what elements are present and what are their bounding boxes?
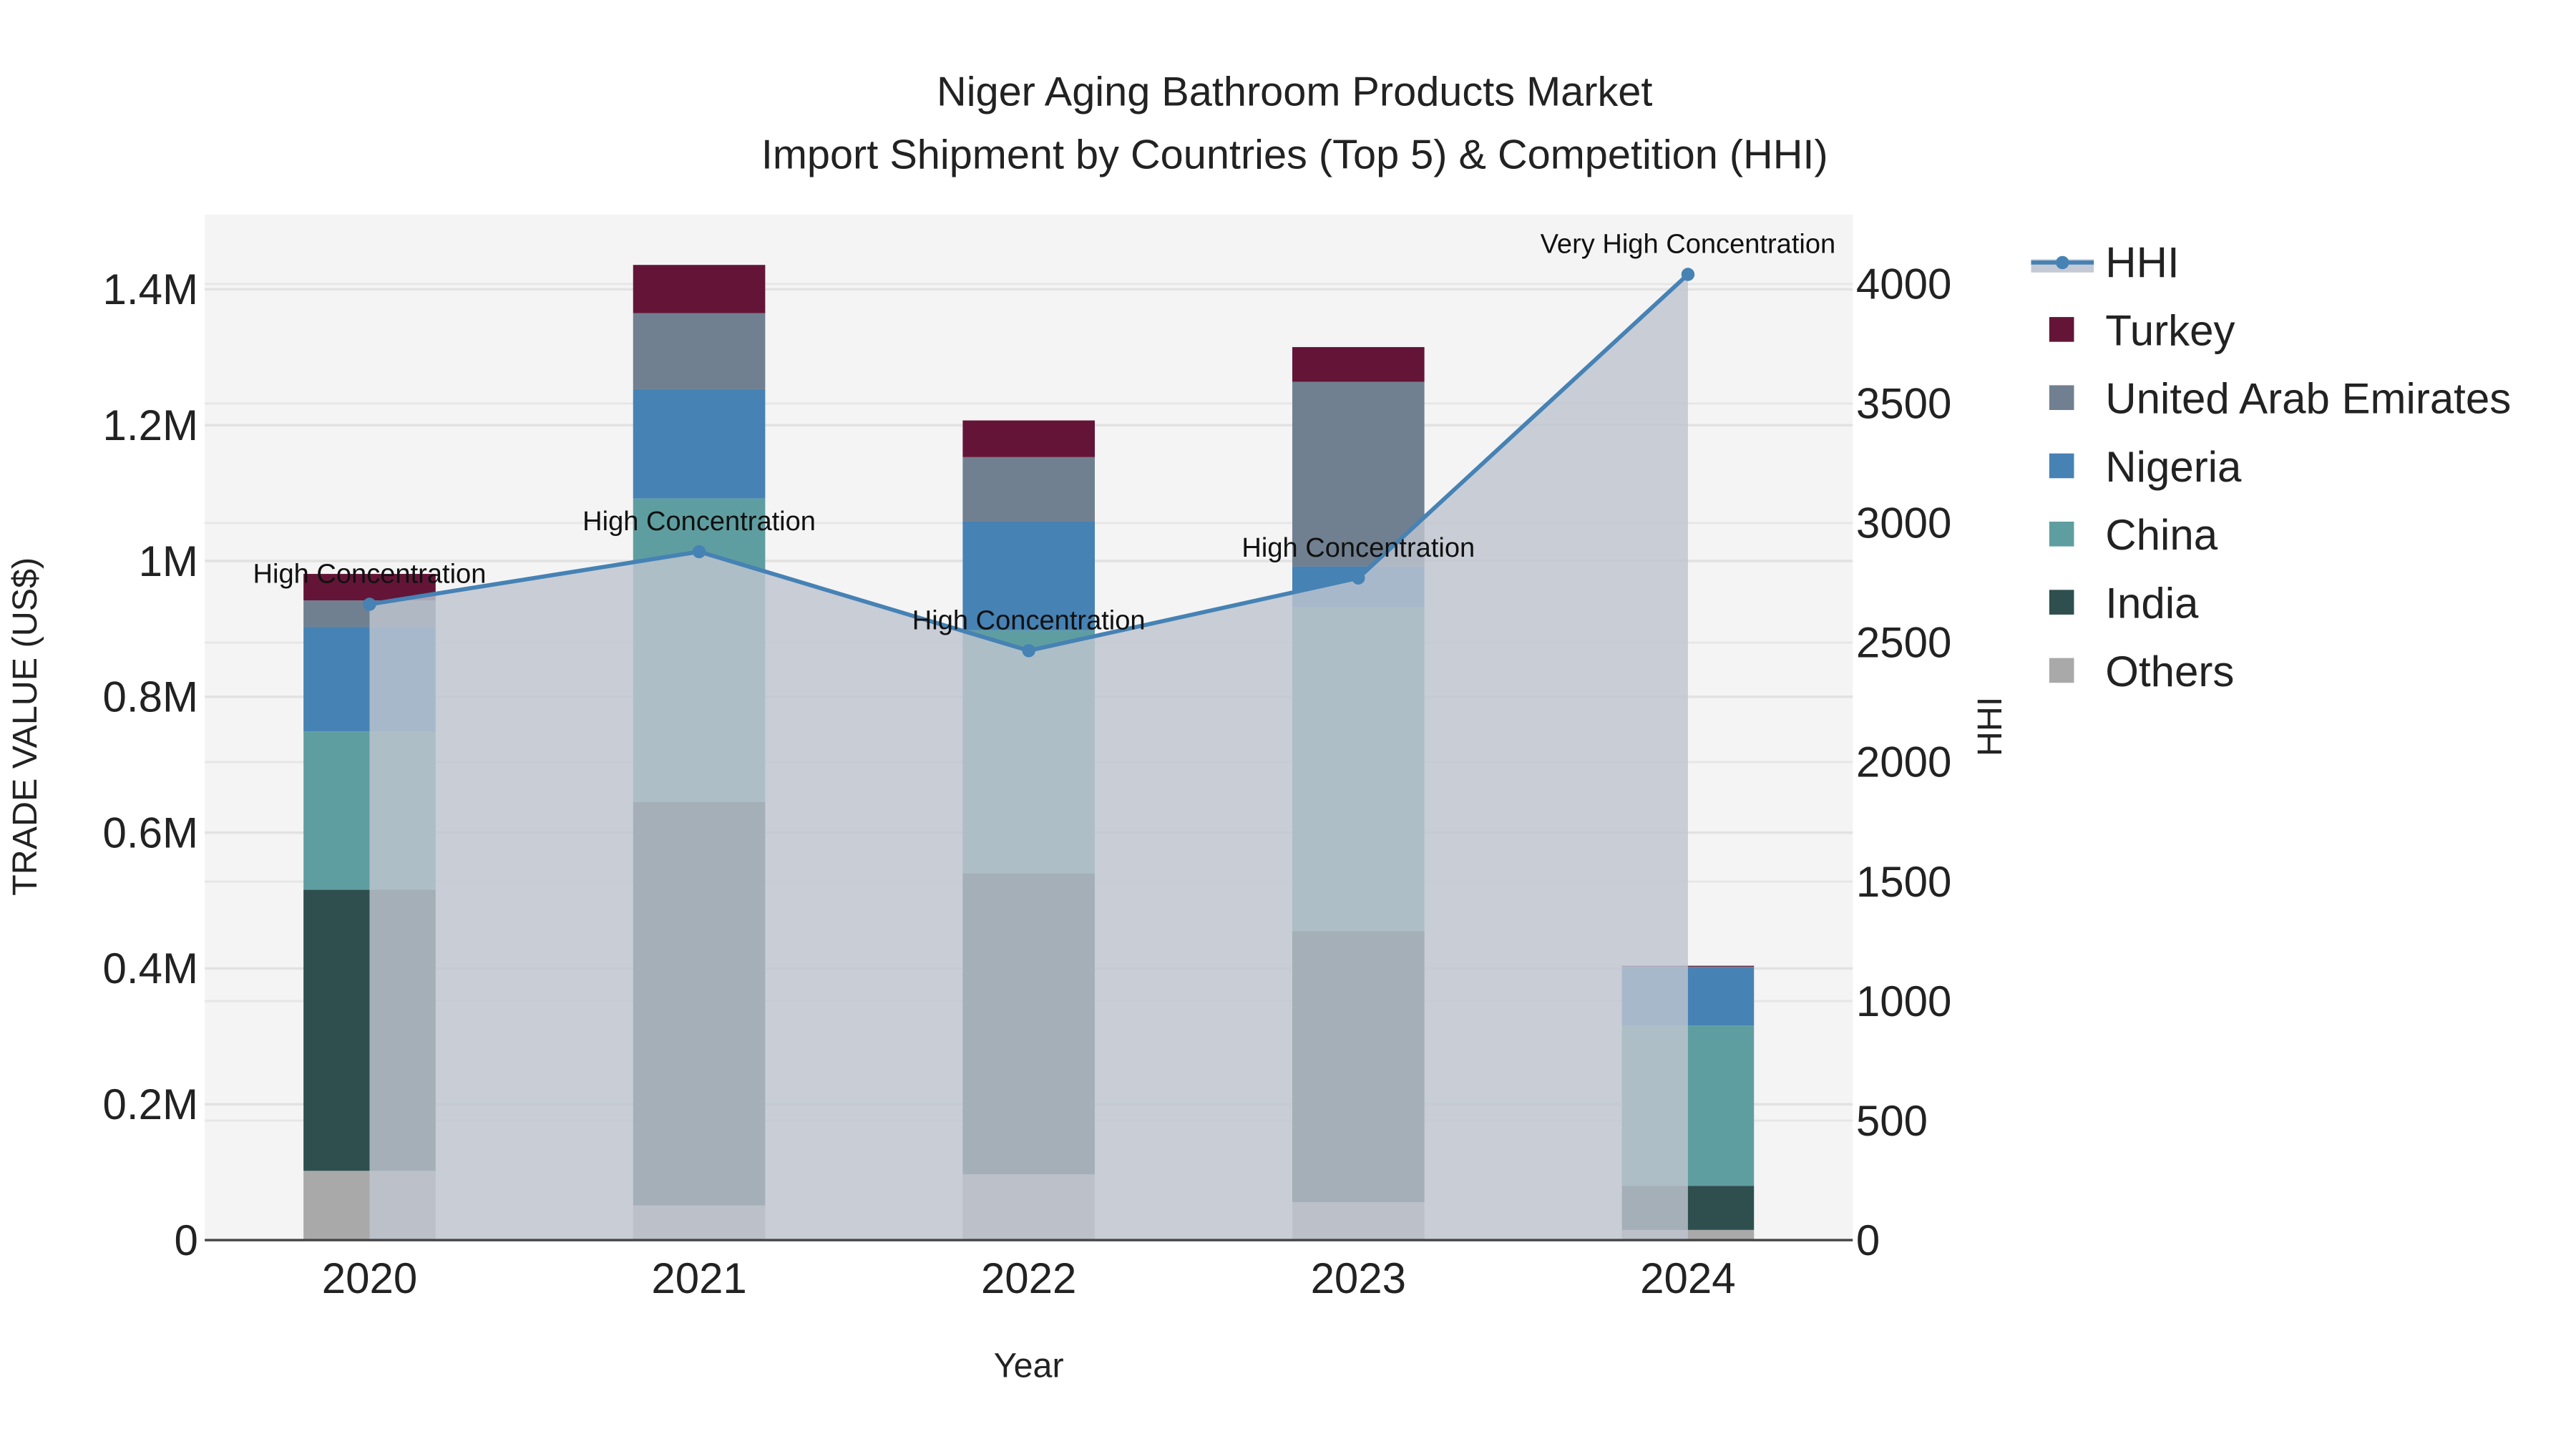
x-axis-ticks: 2020 2021 2022 2023 2024 xyxy=(322,1254,1736,1302)
y2-tick-label: 2000 xyxy=(1856,738,1951,786)
y-tick-label: 0.4M xyxy=(103,945,198,992)
legend-swatch-china xyxy=(2049,522,2074,547)
y-axis-ticks: 0 0.2M 0.4M 0.6M 0.8M 1M 1.2M 1.4M xyxy=(103,265,198,1264)
legend-swatch-india xyxy=(2049,590,2074,615)
y2-tick-label: 3000 xyxy=(1856,499,1951,547)
hhi-annotation: High Concentration xyxy=(1241,533,1475,563)
x-tick-label: 2021 xyxy=(651,1254,746,1302)
hhi-annotation: High Concentration xyxy=(253,560,487,590)
hhi-annotation: High Concentration xyxy=(582,507,816,537)
x-tick-label: 2023 xyxy=(1311,1254,1406,1302)
bar-united-arab-emirates-2022 xyxy=(962,457,1095,522)
y2-tick-label: 0 xyxy=(1856,1216,1880,1264)
y2-tick-label: 500 xyxy=(1856,1097,1928,1145)
y2-tick-label: 1500 xyxy=(1856,858,1951,906)
x-tick-label: 2022 xyxy=(981,1254,1076,1302)
x-tick-label: 2024 xyxy=(1640,1254,1735,1302)
y-tick-label: 0.8M xyxy=(103,673,198,721)
y-tick-label: 0.2M xyxy=(103,1080,198,1128)
hhi-point-2022 xyxy=(1022,644,1035,658)
hhi-point-2024 xyxy=(1681,268,1695,281)
bar-turkey-2021 xyxy=(633,265,766,313)
legend-swatch-others xyxy=(2049,658,2074,683)
legend-swatch-turkey xyxy=(2049,317,2074,342)
hhi-point-2021 xyxy=(692,545,706,559)
chart-title-line2: Import Shipment by Countries (Top 5) & C… xyxy=(761,132,1828,177)
y-tick-label: 1M xyxy=(139,537,198,585)
y2-axis-title: HHI xyxy=(1971,697,2009,756)
legend-label: Others xyxy=(2105,648,2234,696)
legend-label: Turkey xyxy=(2105,306,2235,354)
bar-nigeria-2021 xyxy=(633,389,766,499)
legend-label: United Arab Emirates xyxy=(2105,375,2511,423)
y2-tick-label: 1000 xyxy=(1856,977,1951,1025)
y-tick-label: 0.6M xyxy=(103,809,198,857)
legend-label: Nigeria xyxy=(2105,443,2242,491)
y-axis-title: TRADE VALUE (US$) xyxy=(6,557,44,896)
bar-turkey-2023 xyxy=(1292,347,1425,382)
chart: High Concentration High Concentration High… xyxy=(6,69,2511,1385)
chart-title-line1: Niger Aging Bathroom Products Market xyxy=(937,69,1652,115)
y2-tick-label: 2500 xyxy=(1856,619,1951,667)
y-tick-label: 1.4M xyxy=(103,265,198,313)
bar-turkey-2022 xyxy=(962,420,1095,457)
y-tick-label: 0 xyxy=(175,1216,198,1264)
hhi-annotation: High Concentration xyxy=(912,605,1146,635)
legend-swatch-nigeria xyxy=(2049,453,2074,479)
legend-hhi-marker xyxy=(2056,255,2069,270)
y2-axis-ticks: 0 500 1000 1500 2000 2500 3000 3500 4000 xyxy=(1856,260,1951,1264)
hhi-annotation: Very High Concentration xyxy=(1541,230,1836,260)
bar-united-arab-emirates-2021 xyxy=(633,313,766,389)
hhi-point-2020 xyxy=(363,597,376,611)
y2-tick-label: 4000 xyxy=(1856,260,1951,308)
hhi-point-2023 xyxy=(1352,571,1365,585)
legend: HHI Turkey United Arab Emirates Nigeria Chin… xyxy=(2031,239,2511,696)
legend-label-hhi: HHI xyxy=(2105,239,2179,287)
legend-label: India xyxy=(2105,580,2199,628)
x-axis-title: Year xyxy=(994,1347,1064,1385)
legend-label: China xyxy=(2105,511,2218,559)
x-tick-label: 2020 xyxy=(322,1254,417,1302)
y-tick-label: 1.2M xyxy=(103,401,198,449)
legend-swatch-united-arab-emirates xyxy=(2049,385,2074,410)
y2-tick-label: 3500 xyxy=(1856,380,1951,428)
